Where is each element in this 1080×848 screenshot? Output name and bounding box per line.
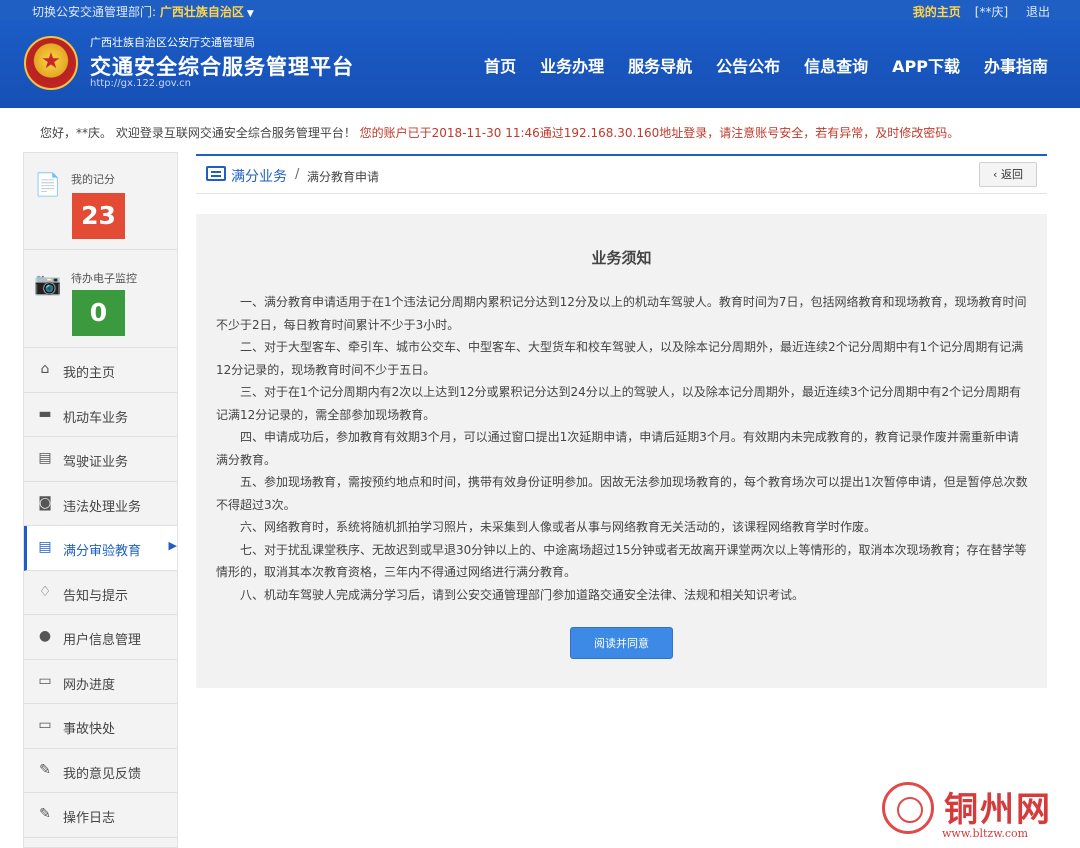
nav-service-guide[interactable]: 服务导航 <box>628 53 692 77</box>
sidebar-item-label: 违法处理业务 <box>63 499 142 515</box>
home-icon: ⌂ <box>40 361 50 377</box>
chevron-left-icon: ‹ <box>993 168 1001 181</box>
sidebar-item-log[interactable]: ✎ 操作日志 <box>24 793 177 838</box>
sidebar-item-license[interactable]: ▤ 驾驶证业务 <box>24 437 177 482</box>
score-label: 我的记分 <box>71 173 115 186</box>
region-value[interactable]: 广西壮族自治区 <box>160 5 244 19</box>
notice-paragraph: 六、网络教育时，系统将随机抓拍学习照片，未采集到人像或者从事与网络教育无关活动的… <box>240 520 877 534</box>
logout-link[interactable]: 退出 <box>1026 5 1050 19</box>
list-card-icon: ▤ <box>38 539 52 555</box>
sidebar-item-label: 满分审验教育 <box>63 544 142 559</box>
notice-paragraph: 二、对于大型客车、牵引车、城市公交车、中型客车、大型货车和校车驾驶人，以及除本记… <box>216 340 1024 377</box>
sidebar-item-label: 机动车业务 <box>63 410 129 426</box>
truck-icon: ▬ <box>38 405 52 422</box>
breadcrumb: 满分业务 / 满分教育申请 ‹ 返回 <box>196 154 1047 194</box>
notice-body: 一、满分教育申请适用于在1个违法记分周期内累积记分达到12分及以上的机动车驾驶人… <box>216 291 1028 606</box>
notice-paragraph: 五、参加现场教育，需按预约地点和时间，携带有效身份证明参加。因故无法参加现场教育… <box>216 475 1028 512</box>
sidebar-item-progress[interactable]: ▭ 网办进度 <box>24 660 177 704</box>
site-header: ★ 广西壮族自治区公安厅交通管理局 交通安全综合服务管理平台 http://gx… <box>0 20 1080 108</box>
platform-title: 交通安全综合服务管理平台 <box>90 55 354 79</box>
notice-panel: 业务须知 一、满分教育申请适用于在1个违法记分周期内累积记分达到12分及以上的机… <box>196 214 1047 688</box>
notice-paragraph: 八、机动车驾驶人完成满分学习后，请到公安交通管理部门参加道路交通安全法律、法规和… <box>240 587 805 602</box>
sidebar-item-label: 网办进度 <box>63 677 116 693</box>
sidebar-item-label: 驾驶证业务 <box>63 455 129 470</box>
welcome-message: 您好，**庆。 欢迎登录互联网交通安全综合服务管理平台！ 您的账户已于2018-… <box>40 124 959 141</box>
monitor-panel[interactable]: 📷 待办电子监控 0 <box>24 250 177 348</box>
notice-title: 业务须知 <box>591 249 652 267</box>
main-nav: 首页 业务办理 服务导航 公告公布 信息查询 APP下载 办事指南 <box>460 53 1048 77</box>
sidebar-item-accident[interactable]: ▭ 事故快处 <box>24 704 177 749</box>
sidebar-item-full-score-education[interactable]: ▤ 满分审验教育 ▶ <box>24 526 177 571</box>
feedback-icon: ✎ <box>39 761 51 778</box>
monitor-label: 待办电子监控 <box>71 272 137 285</box>
log-icon: ✎ <box>39 806 51 822</box>
sidebar-item-label: 操作日志 <box>63 811 116 826</box>
notice-paragraph: 三、对于在1个记分周期内有2次以上达到12分或累积记分达到24分以上的驾驶人，以… <box>216 385 1022 422</box>
read-and-agree-button[interactable]: 阅读并同意 <box>570 627 673 659</box>
score-badge: 23 <box>72 193 125 239</box>
sidebar-item-label: 用户信息管理 <box>63 633 142 648</box>
nav-guide[interactable]: 办事指南 <box>984 53 1048 77</box>
camera-icon: ◙ <box>38 494 52 511</box>
accident-card-icon: ▭ <box>38 717 52 733</box>
region-switcher[interactable]: 切换公安交通管理部门: 广西壮族自治区 ▼ <box>32 3 254 20</box>
my-home-link[interactable]: 我的主页 [**庆] <box>913 5 1008 19</box>
top-bar: 切换公安交通管理部门: 广西壮族自治区 ▼ 我的主页 [**庆] 退出 <box>0 0 1080 20</box>
sidebar-item-notifications[interactable]: ♢ 告知与提示 <box>24 571 177 615</box>
my-score-panel[interactable]: 📄 我的记分 23 <box>24 153 177 250</box>
back-button[interactable]: ‹ 返回 <box>979 162 1037 187</box>
caret-right-icon: ▶ <box>168 539 177 552</box>
breadcrumb-separator: / <box>295 167 300 182</box>
breadcrumb-current: 满分教育申请 <box>307 170 380 184</box>
progress-card-icon: ▭ <box>38 672 52 689</box>
sidebar-item-feedback[interactable]: ✎ 我的意见反馈 <box>24 749 177 793</box>
greeting-text: 您好，**庆。 欢迎登录互联网交通安全综合服务管理平台！ <box>40 126 356 140</box>
nav-announcements[interactable]: 公告公布 <box>716 53 780 77</box>
site-url: http://gx.122.gov.cn <box>90 78 191 89</box>
breadcrumb-section[interactable]: 满分业务 <box>231 166 287 186</box>
caret-down-icon[interactable]: ▼ <box>247 9 254 19</box>
sidebar-item-violation[interactable]: ◙ 违法处理业务 <box>24 482 177 526</box>
camera-monitor-icon: 📷 <box>34 272 62 297</box>
bell-icon: ♢ <box>38 583 52 600</box>
list-card-icon <box>206 166 226 181</box>
watermark-name: 铜州网 <box>944 790 1052 830</box>
license-card-icon: ▤ <box>38 450 52 466</box>
monitor-badge: 0 <box>72 290 125 336</box>
sidebar-item-home[interactable]: ⌂ 我的主页 <box>24 348 177 393</box>
region-label: 切换公安交通管理部门: <box>32 5 160 19</box>
police-emblem-icon: ★ <box>24 36 78 90</box>
site-watermark: 铜州网 www.bltzw.com <box>878 782 1074 844</box>
sidebar-item-label: 我的主页 <box>63 366 116 381</box>
sidebar-item-label: 事故快处 <box>63 722 116 737</box>
user-icon: ● <box>38 628 52 644</box>
notice-paragraph: 四、申请成功后，参加教育有效期3个月，可以通过窗口提出1次延期申请，申请后延期3… <box>216 430 1019 467</box>
sidebar-item-user-info[interactable]: ● 用户信息管理 <box>24 615 177 660</box>
login-warning-text: 您的账户已于2018-11-30 11:46通过192.168.30.160地址… <box>359 126 960 140</box>
watermark-url: www.bltzw.com <box>942 827 1029 840</box>
score-document-icon: 📄 <box>34 173 62 198</box>
department-name: 广西壮族自治区公安厅交通管理局 <box>90 36 255 49</box>
nav-business[interactable]: 业务办理 <box>540 53 604 77</box>
sidebar-item-vehicle[interactable]: ▬ 机动车业务 <box>24 393 177 437</box>
nav-info-query[interactable]: 信息查询 <box>804 53 868 77</box>
sidebar-item-label: 告知与提示 <box>63 588 129 604</box>
sidebar-item-label: 我的意见反馈 <box>63 766 142 782</box>
top-user-links: 我的主页 [**庆] 退出 <box>899 3 1050 20</box>
nav-home[interactable]: 首页 <box>484 53 516 77</box>
watermark-logo-icon <box>882 782 934 834</box>
nav-app-download[interactable]: APP下载 <box>892 53 960 77</box>
notice-paragraph: 一、满分教育申请适用于在1个违法记分周期内累积记分达到12分及以上的机动车驾驶人… <box>216 295 1027 332</box>
notice-paragraph: 七、对于扰乱课堂秩序、无故迟到或早退30分钟以上的、中途离场超过15分钟或者无故… <box>216 542 1027 580</box>
sidebar: 📄 我的记分 23 📷 待办电子监控 0 ⌂ 我的主页 ▬ 机动车业务 ▤ 驾驶… <box>23 152 178 848</box>
